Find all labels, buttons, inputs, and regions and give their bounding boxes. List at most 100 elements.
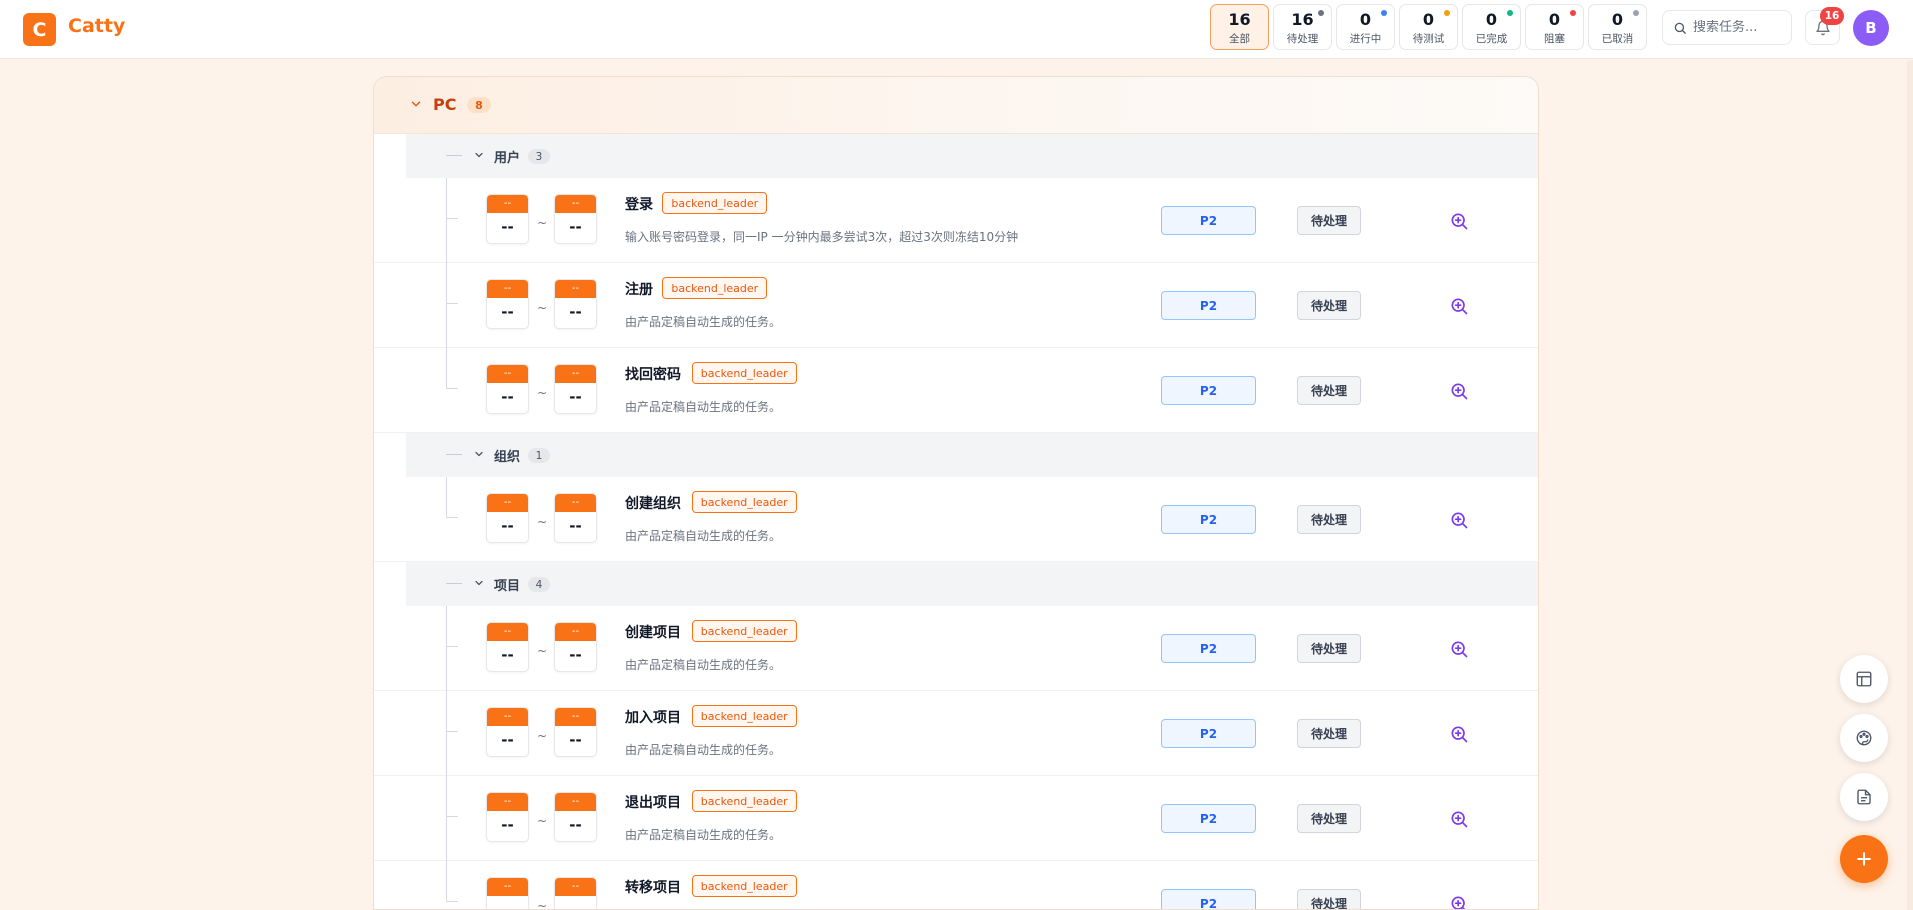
status-label: 待测试: [1412, 33, 1445, 45]
priority-badge[interactable]: P2: [1161, 889, 1256, 909]
task-title[interactable]: 找回密码: [625, 364, 681, 384]
priority-badge[interactable]: P2: [1161, 719, 1256, 748]
theme-button[interactable]: [1840, 714, 1888, 762]
date-range-separator: ~: [537, 386, 548, 400]
start-date[interactable]: -- --: [486, 493, 529, 543]
end-date[interactable]: -- --: [554, 279, 597, 329]
start-date[interactable]: -- --: [486, 877, 529, 909]
task-title[interactable]: 创建项目: [625, 622, 681, 642]
status-filter-6[interactable]: 0 已取消: [1588, 4, 1647, 50]
add-task-button[interactable]: [1840, 835, 1888, 883]
priority-badge[interactable]: P2: [1161, 634, 1256, 663]
tree-line: [446, 263, 447, 348]
zoom-in-icon[interactable]: [1449, 510, 1469, 530]
zoom-in-icon[interactable]: [1449, 211, 1469, 231]
status-badge[interactable]: 待处理: [1297, 889, 1361, 909]
zoom-in-icon[interactable]: [1449, 639, 1469, 659]
start-date[interactable]: -- --: [486, 792, 529, 842]
task-row[interactable]: -- -- -- -- ~ 登录 backend_leader 输入账号密码登录，同一IP 一…: [374, 178, 1538, 263]
task-row[interactable]: -- -- -- -- ~ 注册 backend_leader 由产品定稿自动生成的任务。 P2…: [374, 263, 1538, 348]
app-logo[interactable]: C: [23, 13, 56, 46]
status-filter-1[interactable]: 16 待处理: [1273, 4, 1332, 50]
start-date[interactable]: -- --: [486, 622, 529, 672]
status-badge[interactable]: 待处理: [1297, 206, 1361, 235]
task-title[interactable]: 转移项目: [625, 877, 681, 897]
end-date[interactable]: -- --: [554, 194, 597, 244]
subgroup-header[interactable]: 用户 3: [406, 134, 1538, 178]
task-title[interactable]: 加入项目: [625, 707, 681, 727]
tree-line: [446, 348, 447, 389]
status-filter-3[interactable]: 0 待测试: [1399, 4, 1458, 50]
task-title[interactable]: 退出项目: [625, 792, 681, 812]
layout-button[interactable]: [1840, 655, 1888, 703]
date-month: --: [555, 494, 596, 512]
priority-badge[interactable]: P2: [1161, 291, 1256, 320]
status-badge[interactable]: 待处理: [1297, 376, 1361, 405]
chevron-down-icon[interactable]: [473, 577, 485, 589]
status-filter-4[interactable]: 0 已完成: [1462, 4, 1521, 50]
start-date[interactable]: -- --: [486, 279, 529, 329]
zoom-in-icon[interactable]: [1449, 894, 1469, 910]
group-header-pc[interactable]: PC 8: [374, 77, 1538, 134]
date-month: --: [555, 708, 596, 726]
tree-line: [446, 816, 458, 817]
user-avatar[interactable]: B: [1853, 10, 1889, 46]
subgroup-header[interactable]: 组织 1: [406, 433, 1538, 477]
task-title[interactable]: 登录: [625, 194, 653, 214]
end-date[interactable]: -- --: [554, 877, 597, 909]
subgroup-0: 用户 3 -- -- -- -- ~ 登录 backend_leader 输入账号密码登录，同一I…: [374, 134, 1538, 433]
app-name[interactable]: Catty: [68, 15, 125, 37]
role-tag: backend_leader: [691, 705, 797, 727]
priority-badge[interactable]: P2: [1161, 376, 1256, 405]
status-filter-2[interactable]: 0 进行中: [1336, 4, 1395, 50]
status-badge[interactable]: 待处理: [1297, 291, 1361, 320]
date-day: --: [501, 388, 514, 406]
task-row[interactable]: -- -- -- -- ~ 加入项目 backend_leader 由产品定稿自动生成的任务。…: [374, 691, 1538, 776]
task-row[interactable]: -- -- -- -- ~ 创建项目 backend_leader 由产品定稿自动生成的任务。…: [374, 606, 1538, 691]
task-row[interactable]: -- -- -- -- ~ 找回密码 backend_leader 由产品定稿自动生成的任务。…: [374, 348, 1538, 433]
status-badge[interactable]: 待处理: [1297, 634, 1361, 663]
status-filter-0[interactable]: 16 全部: [1210, 4, 1269, 50]
priority-badge[interactable]: P2: [1161, 804, 1256, 833]
search-input[interactable]: [1693, 20, 1783, 35]
zoom-in-icon[interactable]: [1449, 809, 1469, 829]
end-date[interactable]: -- --: [554, 792, 597, 842]
task-title[interactable]: 注册: [625, 279, 653, 299]
start-date[interactable]: -- --: [486, 194, 529, 244]
chevron-down-icon[interactable]: [409, 97, 423, 111]
date-day: --: [569, 517, 582, 535]
task-title[interactable]: 创建组织: [625, 493, 681, 513]
status-badge[interactable]: 待处理: [1297, 505, 1361, 534]
date-month: --: [487, 878, 528, 896]
document-button[interactable]: [1840, 773, 1888, 821]
end-date[interactable]: -- --: [554, 622, 597, 672]
chevron-down-icon[interactable]: [473, 149, 485, 161]
task-row[interactable]: -- -- -- -- ~ 转移项目 backend_leader P2 待处理: [374, 861, 1538, 910]
end-date[interactable]: -- --: [554, 364, 597, 414]
zoom-in-icon[interactable]: [1449, 296, 1469, 316]
start-date[interactable]: -- --: [486, 364, 529, 414]
status-badge[interactable]: 待处理: [1297, 804, 1361, 833]
task-row[interactable]: -- -- -- -- ~ 退出项目 backend_leader 由产品定稿自动生成的任务。…: [374, 776, 1538, 861]
chevron-down-icon[interactable]: [473, 448, 485, 460]
status-label: 全部: [1229, 33, 1250, 45]
status-dot: [1507, 10, 1513, 16]
end-date[interactable]: -- --: [554, 707, 597, 757]
search-box[interactable]: [1662, 10, 1792, 45]
zoom-in-icon[interactable]: [1449, 724, 1469, 744]
status-filter-5[interactable]: 0 阻塞: [1525, 4, 1584, 50]
start-date[interactable]: -- --: [486, 707, 529, 757]
subgroup-header[interactable]: 项目 4: [406, 562, 1538, 606]
task-description: 由产品定稿自动生成的任务。: [625, 658, 782, 672]
page-scrollbar[interactable]: [1907, 60, 1913, 910]
status-badge[interactable]: 待处理: [1297, 719, 1361, 748]
end-date[interactable]: -- --: [554, 493, 597, 543]
status-label: 进行中: [1349, 33, 1382, 45]
date-day: --: [569, 646, 582, 664]
priority-badge[interactable]: P2: [1161, 206, 1256, 235]
tree-line: [446, 454, 462, 455]
date-range-separator: ~: [537, 729, 548, 743]
priority-badge[interactable]: P2: [1161, 505, 1256, 534]
zoom-in-icon[interactable]: [1449, 381, 1469, 401]
task-row[interactable]: -- -- -- -- ~ 创建组织 backend_leader 由产品定稿自动生成的任务。…: [374, 477, 1538, 562]
